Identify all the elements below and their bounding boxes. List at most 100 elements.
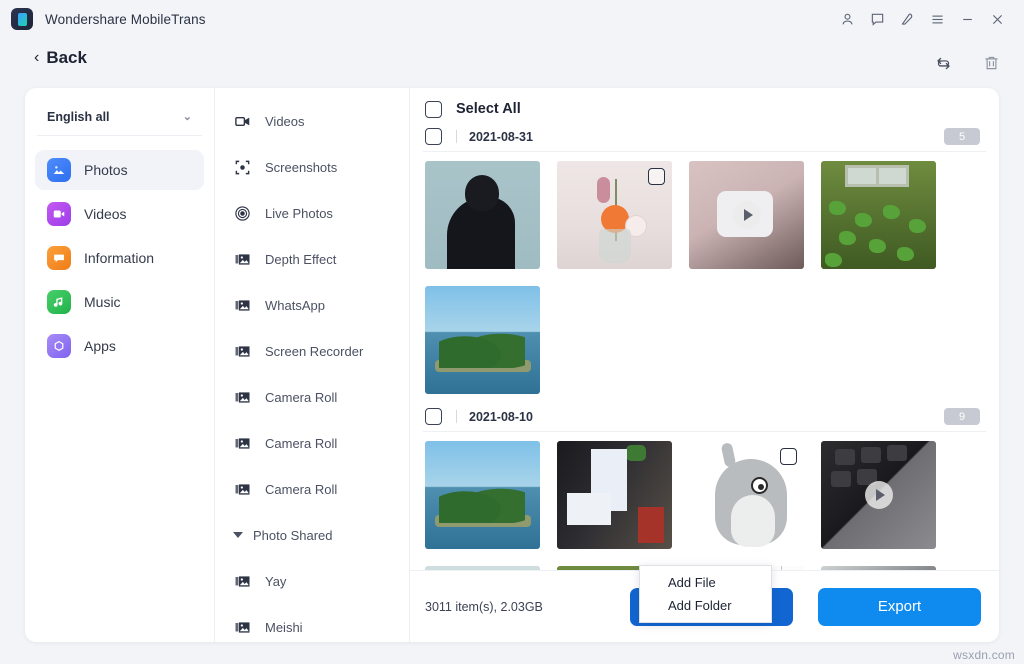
date-group-checkbox[interactable] — [425, 128, 442, 145]
back-button[interactable]: ‹ Back — [34, 48, 87, 68]
edit-pen-icon[interactable] — [892, 4, 922, 34]
album-group-photo-shared[interactable]: Photo Shared — [215, 512, 409, 558]
photo-stack-icon — [233, 618, 251, 636]
album-item-live-photos[interactable]: Live Photos — [215, 190, 409, 236]
chevron-down-icon: ⌄ — [183, 110, 192, 123]
sidebar-item-label: Apps — [84, 338, 116, 354]
music-icon — [47, 290, 71, 314]
menu-item-add-folder[interactable]: Add Folder — [640, 594, 771, 617]
photo-thumbnail[interactable] — [821, 161, 936, 269]
account-icon[interactable] — [832, 4, 862, 34]
album-item-label: WhatsApp — [265, 298, 325, 313]
album-item-screenshots[interactable]: Screenshots — [215, 144, 409, 190]
album-item-camera-roll-2[interactable]: Camera Roll — [215, 420, 409, 466]
photo-thumbnail[interactable] — [557, 441, 672, 549]
sidebar-item-label: Information — [84, 250, 154, 266]
language-label: English all — [47, 110, 110, 124]
videos-icon — [47, 202, 71, 226]
live-photo-icon — [233, 204, 251, 222]
album-item-depth-effect[interactable]: Depth Effect — [215, 236, 409, 282]
album-item-label: Yay — [265, 574, 286, 589]
mobiletrans-logo-icon — [11, 8, 33, 30]
photo-thumbnail[interactable] — [425, 161, 540, 269]
import-dropdown-menu: Add File Add Folder — [639, 565, 772, 623]
album-item-label: Videos — [265, 114, 305, 129]
thumbnail-checkbox[interactable] — [780, 448, 797, 465]
photo-thumbnail[interactable] — [689, 441, 804, 549]
back-bar: ‹ Back — [0, 38, 1024, 90]
date-group-checkbox[interactable] — [425, 408, 442, 425]
item-count-info: 3011 item(s), 2.03GB — [425, 600, 543, 614]
date-label: 2021-08-10 — [469, 410, 533, 424]
divider — [456, 410, 457, 423]
album-group-label: Photo Shared — [253, 528, 333, 543]
photo-stack-icon — [233, 250, 251, 268]
sidebar: English all ⌄ Photos — [25, 88, 215, 642]
photo-scroll-area[interactable]: Select All 2021-08-31 5 — [410, 88, 999, 570]
photo-thumbnail[interactable] — [425, 286, 540, 394]
window-controls — [832, 0, 1024, 38]
album-list: Videos Screenshots Live Photos — [215, 88, 410, 642]
sidebar-item-videos[interactable]: Videos — [35, 194, 204, 234]
photo-stack-icon — [233, 296, 251, 314]
video-thumbnail[interactable] — [689, 161, 804, 269]
album-item-label: Meishi — [265, 620, 303, 635]
date-label: 2021-08-31 — [469, 130, 533, 144]
screenshot-icon — [233, 158, 251, 176]
photo-stack-icon — [233, 480, 251, 498]
album-item-label: Live Photos — [265, 206, 333, 221]
refresh-sync-icon[interactable] — [930, 50, 956, 76]
album-item-label: Camera Roll — [265, 390, 337, 405]
album-item-label: Depth Effect — [265, 252, 336, 267]
play-icon[interactable] — [733, 201, 761, 229]
select-all-checkbox[interactable] — [425, 101, 442, 118]
album-item-camera-roll-1[interactable]: Camera Roll — [215, 374, 409, 420]
album-item-screen-recorder[interactable]: Screen Recorder — [215, 328, 409, 374]
sidebar-item-information[interactable]: Information — [35, 238, 204, 278]
main-card: English all ⌄ Photos — [25, 88, 999, 642]
sidebar-item-apps[interactable]: Apps — [35, 326, 204, 366]
play-icon[interactable] — [865, 481, 893, 509]
app-window: Wondershare MobileTrans — [0, 0, 1024, 664]
caret-down-icon — [233, 532, 243, 538]
album-item-videos[interactable]: Videos — [215, 98, 409, 144]
date-count-badge: 5 — [944, 128, 980, 145]
header-toolbar — [930, 50, 1004, 76]
album-item-label: Screenshots — [265, 160, 337, 175]
sidebar-item-music[interactable]: Music — [35, 282, 204, 322]
close-icon[interactable] — [982, 4, 1012, 34]
sidebar-item-photos[interactable]: Photos — [35, 150, 204, 190]
album-item-camera-roll-3[interactable]: Camera Roll — [215, 466, 409, 512]
photo-thumbnail[interactable] — [425, 441, 540, 549]
photo-stack-icon — [233, 572, 251, 590]
date-count-badge: 9 — [944, 408, 980, 425]
album-item-meishi[interactable]: Meishi — [215, 604, 409, 642]
content-panel: Select All 2021-08-31 5 — [410, 88, 999, 642]
photo-stack-icon — [233, 342, 251, 360]
sidebar-item-label: Music — [84, 294, 121, 310]
sidebar-item-label: Videos — [84, 206, 127, 222]
album-item-yay[interactable]: Yay — [215, 558, 409, 604]
export-button[interactable]: Export — [818, 588, 981, 626]
menu-item-add-file[interactable]: Add File — [640, 571, 771, 594]
back-label: Back — [46, 48, 87, 68]
delete-icon[interactable] — [978, 50, 1004, 76]
photo-stack-icon — [233, 434, 251, 452]
minimize-icon[interactable] — [952, 4, 982, 34]
video-thumbnail[interactable] — [821, 441, 936, 549]
photo-stack-icon — [233, 388, 251, 406]
date-group-header[interactable]: 2021-08-31 5 — [423, 122, 986, 152]
thumbnail-checkbox[interactable] — [648, 168, 665, 185]
feedback-icon[interactable] — [862, 4, 892, 34]
thumbnail-grid — [423, 432, 986, 570]
language-select[interactable]: English all ⌄ — [37, 104, 202, 136]
album-item-whatsapp[interactable]: WhatsApp — [215, 282, 409, 328]
photos-icon — [47, 158, 71, 182]
album-item-label: Camera Roll — [265, 482, 337, 497]
date-group-header[interactable]: 2021-08-10 9 — [423, 402, 986, 432]
sidebar-item-label: Photos — [84, 162, 128, 178]
select-all-row[interactable]: Select All — [423, 88, 986, 122]
photo-thumbnail[interactable] — [557, 161, 672, 269]
menu-icon[interactable] — [922, 4, 952, 34]
select-all-label: Select All — [456, 101, 521, 117]
